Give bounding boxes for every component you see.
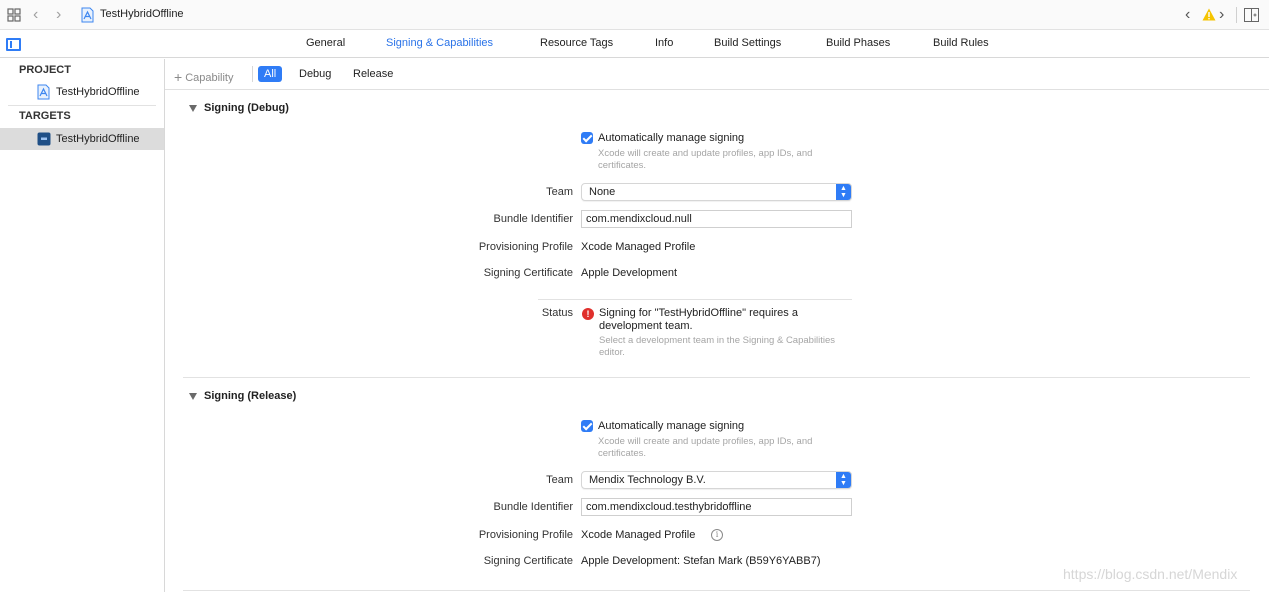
bundle-identifier-label: Bundle Identifier — [493, 501, 574, 513]
sidebar-item-project[interactable]: TestHybridOffline — [0, 81, 164, 103]
disclosure-triangle-icon[interactable] — [189, 105, 197, 112]
disclosure-triangle-icon[interactable] — [189, 393, 197, 400]
sidebar-item-label: TestHybridOffline — [56, 133, 140, 145]
provisioning-profile-label: Provisioning Profile — [478, 529, 573, 541]
watermark-text: https://blog.csdn.net/Mendix — [1063, 566, 1238, 582]
sidebar-toggle-icon[interactable] — [6, 38, 21, 51]
grid-icon[interactable] — [7, 8, 21, 22]
split-editor-icon[interactable] — [1244, 8, 1259, 22]
add-capability-label: Capability — [185, 72, 234, 84]
bundle-identifier-label: Bundle Identifier — [493, 213, 574, 225]
warning-icon[interactable] — [1202, 8, 1216, 21]
project-header: PROJECT — [19, 64, 71, 76]
filter-divider — [252, 66, 253, 82]
team-select-debug[interactable]: None ▲ ▼ — [581, 183, 852, 201]
tab-general[interactable]: General — [306, 37, 345, 49]
signing-certificate-label: Signing Certificate — [483, 555, 573, 567]
error-icon: ! — [582, 308, 594, 320]
chevron-updown-icon: ▲ ▼ — [836, 184, 851, 200]
chevron-right-icon[interactable]: › — [1219, 6, 1224, 24]
targets-header: TARGETS — [19, 110, 71, 122]
toolbar-divider — [1236, 7, 1237, 23]
tab-build-rules[interactable]: Build Rules — [933, 37, 989, 49]
bundle-identifier-field-release[interactable]: com.mendixcloud.testhybridoffline — [581, 498, 852, 516]
signing-editor: Signing (Debug) Automatically manage sig… — [165, 90, 1269, 592]
team-label: Team — [546, 474, 573, 486]
chevron-updown-icon: ▲ ▼ — [836, 472, 851, 488]
tab-build-phases[interactable]: Build Phases — [826, 37, 890, 49]
sidebar-item-label: TestHybridOffline — [56, 86, 140, 98]
auto-manage-hint: Xcode will create and update profiles, a… — [598, 148, 813, 171]
section-divider — [183, 590, 1250, 591]
info-icon[interactable]: i — [711, 529, 723, 541]
tab-signing-capabilities[interactable]: Signing & Capabilities — [386, 37, 493, 49]
chevron-right-icon[interactable]: › — [56, 6, 70, 24]
add-capability-button[interactable]: + Capability — [174, 68, 234, 85]
team-value: None — [589, 186, 616, 198]
status-label: Status — [541, 307, 573, 319]
xcode-project-icon — [81, 7, 94, 23]
status-message: Signing for "TestHybridOffline" requires… — [599, 307, 798, 332]
chevron-left-icon[interactable]: ‹ — [1185, 6, 1190, 24]
team-label: Team — [546, 186, 573, 198]
section-title-release: Signing (Release) — [204, 390, 297, 402]
section-divider — [183, 377, 1250, 378]
auto-manage-label: Automatically manage signing — [598, 420, 745, 432]
project-navigator: PROJECT TestHybridOffline TARGETS TestHy… — [0, 59, 165, 592]
tab-build-settings[interactable]: Build Settings — [714, 37, 781, 49]
sidebar-item-target[interactable]: TestHybridOffline — [0, 128, 164, 150]
provisioning-profile-value: Xcode Managed Profile — [581, 241, 696, 253]
signing-certificate-value: Apple Development: Stefan Mark (B59Y6YAB… — [581, 555, 821, 567]
auto-manage-label: Automatically manage signing — [598, 132, 745, 144]
window-title: TestHybridOffline — [100, 8, 184, 20]
provisioning-profile-value: Xcode Managed Profile — [581, 529, 696, 541]
filter-debug[interactable]: Debug — [293, 66, 337, 82]
tab-info[interactable]: Info — [655, 37, 673, 49]
signing-certificate-value: Apple Development — [581, 267, 678, 279]
title-bar: ‹ › TestHybridOffline ‹ › — [0, 0, 1269, 30]
sidebar-divider — [8, 105, 156, 106]
filter-release[interactable]: Release — [347, 66, 399, 82]
bundle-identifier-value: com.mendixcloud.testhybridoffline — [586, 501, 752, 513]
capability-filter-bar: + Capability All Debug Release — [165, 59, 1269, 90]
app-target-icon — [37, 132, 51, 146]
xcode-project-icon — [37, 84, 50, 100]
team-select-release[interactable]: Mendix Technology B.V. ▲ ▼ — [581, 471, 852, 489]
filter-all[interactable]: All — [258, 66, 283, 82]
status-hint: Select a development team in the Signing… — [599, 335, 836, 358]
signing-certificate-label: Signing Certificate — [483, 267, 573, 279]
bundle-identifier-field-debug[interactable]: com.mendixcloud.null — [581, 210, 852, 228]
auto-manage-hint: Xcode will create and update profiles, a… — [598, 436, 813, 459]
bundle-identifier-value: com.mendixcloud.null — [586, 213, 692, 225]
tab-resource-tags[interactable]: Resource Tags — [540, 37, 613, 49]
section-title-debug: Signing (Debug) — [204, 102, 289, 114]
auto-manage-checkbox-release[interactable] — [581, 420, 593, 432]
team-value: Mendix Technology B.V. — [589, 474, 706, 486]
provisioning-profile-label: Provisioning Profile — [478, 241, 573, 253]
auto-manage-checkbox-debug[interactable] — [581, 132, 593, 144]
editor-tab-bar: General Signing & Capabilities Resource … — [0, 30, 1269, 58]
plus-icon: + — [174, 69, 183, 85]
chevron-left-icon[interactable]: ‹ — [33, 6, 47, 24]
status-divider — [538, 299, 852, 300]
